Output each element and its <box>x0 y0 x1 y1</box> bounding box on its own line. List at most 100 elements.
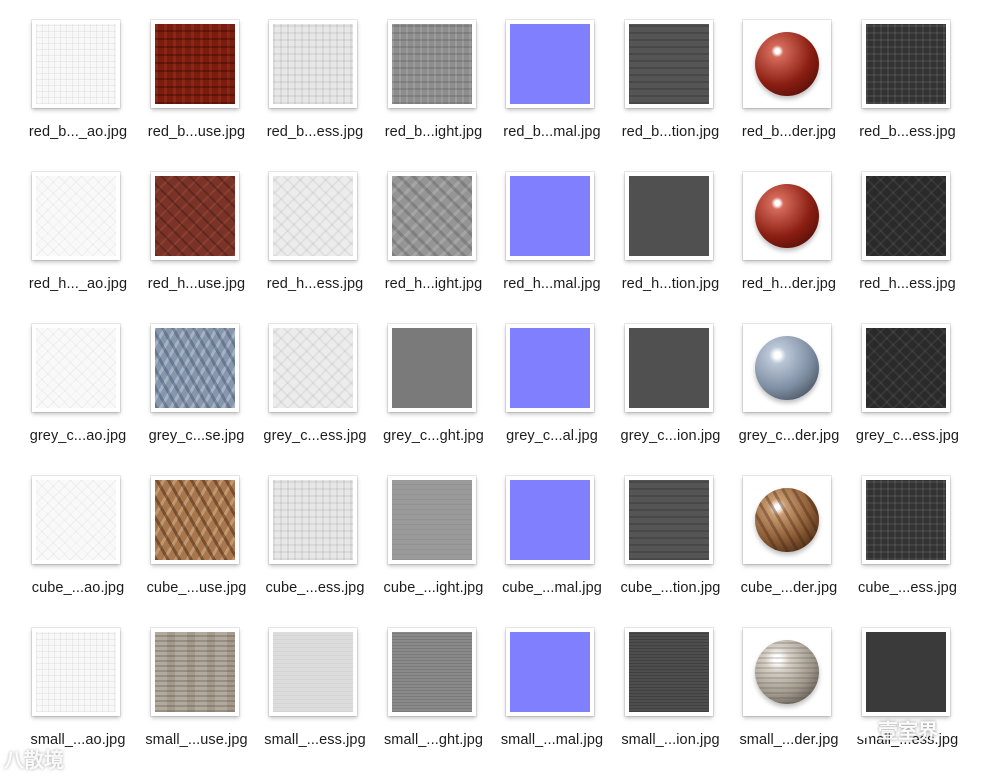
file-item[interactable]: grey_c...se.jpg <box>138 322 257 474</box>
file-name-label[interactable]: red_h...mal.jpg <box>487 276 617 292</box>
file-name-label[interactable]: cube_...der.jpg <box>724 580 854 596</box>
file-item[interactable]: red_h...ess.jpg <box>849 170 968 322</box>
file-thumbnail[interactable] <box>743 628 831 716</box>
file-name-label[interactable]: small_...mal.jpg <box>487 732 617 748</box>
file-name-label[interactable]: grey_c...ess.jpg <box>843 428 973 444</box>
file-thumbnail[interactable] <box>624 324 713 412</box>
file-thumbnail[interactable] <box>269 324 357 412</box>
file-item[interactable]: small_...ess.jpg <box>256 626 375 778</box>
file-name-label[interactable]: red_b...der.jpg <box>724 124 854 140</box>
file-thumbnail[interactable] <box>150 172 239 260</box>
file-name-label[interactable]: cube_...tion.jpg <box>606 580 736 596</box>
file-item[interactable]: small_...ght.jpg <box>375 626 494 778</box>
file-thumbnail[interactable] <box>32 324 120 412</box>
file-name-label[interactable]: cube_...ess.jpg <box>250 580 380 596</box>
file-thumbnail[interactable] <box>624 20 713 108</box>
file-thumbnail[interactable] <box>150 628 239 716</box>
file-thumbnail[interactable] <box>861 20 950 108</box>
file-thumbnail[interactable] <box>861 324 950 412</box>
file-name-label[interactable]: red_b...ight.jpg <box>369 124 499 140</box>
file-item[interactable]: red_h...ight.jpg <box>375 170 494 322</box>
file-item[interactable]: red_b...use.jpg <box>138 18 257 170</box>
file-item[interactable]: grey_c...ess.jpg <box>849 322 968 474</box>
file-item[interactable]: small_...ess.jpg <box>849 626 968 778</box>
file-thumbnail[interactable] <box>743 20 831 108</box>
file-thumbnail[interactable] <box>506 628 594 716</box>
file-thumbnail[interactable] <box>506 172 594 260</box>
file-thumbnail[interactable] <box>743 476 831 564</box>
file-item[interactable]: red_h...mal.jpg <box>493 170 612 322</box>
file-thumbnail[interactable] <box>861 628 950 716</box>
file-thumbnail[interactable] <box>506 476 594 564</box>
file-thumbnail[interactable] <box>150 324 239 412</box>
file-name-label[interactable]: red_b...ess.jpg <box>843 124 973 140</box>
file-item[interactable]: grey_c...ess.jpg <box>256 322 375 474</box>
file-thumbnail[interactable] <box>269 628 357 716</box>
file-item[interactable]: red_b...ess.jpg <box>256 18 375 170</box>
file-thumbnail[interactable] <box>269 172 357 260</box>
file-item[interactable]: red_h...tion.jpg <box>612 170 731 322</box>
file-item[interactable]: red_h...der.jpg <box>730 170 849 322</box>
file-thumbnail[interactable] <box>150 476 239 564</box>
file-item[interactable]: red_b...der.jpg <box>730 18 849 170</box>
file-item[interactable]: red_h...ess.jpg <box>256 170 375 322</box>
file-item[interactable]: cube_...ess.jpg <box>849 474 968 626</box>
file-name-label[interactable]: red_b...ess.jpg <box>250 124 380 140</box>
file-item[interactable]: red_h...use.jpg <box>138 170 257 322</box>
file-name-label[interactable]: red_b...tion.jpg <box>606 124 736 140</box>
file-name-label[interactable]: grey_c...se.jpg <box>132 428 262 444</box>
file-thumbnail[interactable] <box>387 172 476 260</box>
file-thumbnail[interactable] <box>32 172 120 260</box>
file-thumbnail[interactable] <box>861 476 950 564</box>
file-item[interactable]: cube_...ess.jpg <box>256 474 375 626</box>
file-name-label[interactable]: small_...ion.jpg <box>606 732 736 748</box>
file-item[interactable]: small_...mal.jpg <box>493 626 612 778</box>
file-name-label[interactable]: grey_c...ao.jpg <box>13 428 143 444</box>
file-item[interactable]: cube_...ight.jpg <box>375 474 494 626</box>
file-thumbnail[interactable] <box>387 20 476 108</box>
file-name-label[interactable]: grey_c...al.jpg <box>487 428 617 444</box>
file-name-label[interactable]: red_h...tion.jpg <box>606 276 736 292</box>
file-item[interactable]: grey_c...der.jpg <box>730 322 849 474</box>
file-item[interactable]: small_...der.jpg <box>730 626 849 778</box>
file-name-label[interactable]: grey_c...der.jpg <box>724 428 854 444</box>
file-name-label[interactable]: cube_...mal.jpg <box>487 580 617 596</box>
file-name-label[interactable]: red_h...ess.jpg <box>250 276 380 292</box>
file-name-label[interactable]: red_h...ess.jpg <box>843 276 973 292</box>
file-name-label[interactable]: red_h...use.jpg <box>132 276 262 292</box>
file-item[interactable]: grey_c...al.jpg <box>493 322 612 474</box>
file-item[interactable]: grey_c...ion.jpg <box>612 322 731 474</box>
file-thumbnail[interactable] <box>32 628 120 716</box>
file-thumbnail[interactable] <box>32 476 120 564</box>
file-thumbnail[interactable] <box>743 324 831 412</box>
file-item[interactable]: grey_c...ght.jpg <box>375 322 494 474</box>
file-name-label[interactable]: red_h...der.jpg <box>724 276 854 292</box>
file-thumbnail[interactable] <box>387 324 476 412</box>
file-item[interactable]: grey_c...ao.jpg <box>19 322 138 474</box>
file-name-label[interactable]: red_h...ight.jpg <box>369 276 499 292</box>
file-thumbnail[interactable] <box>387 476 476 564</box>
file-name-label[interactable]: small_...use.jpg <box>132 732 262 748</box>
file-name-label[interactable]: grey_c...ght.jpg <box>369 428 499 444</box>
file-name-label[interactable]: red_h..._ao.jpg <box>13 276 143 292</box>
file-item[interactable]: red_h..._ao.jpg <box>19 170 138 322</box>
file-name-label[interactable]: cube_...use.jpg <box>132 580 262 596</box>
file-thumbnail[interactable] <box>269 20 357 108</box>
file-thumbnail[interactable] <box>743 172 831 260</box>
file-item[interactable]: cube_...mal.jpg <box>493 474 612 626</box>
file-thumbnail[interactable] <box>387 628 476 716</box>
file-thumbnail[interactable] <box>624 628 713 716</box>
file-name-label[interactable]: red_b...use.jpg <box>132 124 262 140</box>
file-item[interactable]: cube_...tion.jpg <box>612 474 731 626</box>
file-thumbnail[interactable] <box>861 172 950 260</box>
file-thumbnail[interactable] <box>506 324 594 412</box>
file-name-label[interactable]: cube_...ess.jpg <box>843 580 973 596</box>
file-thumbnail[interactable] <box>150 20 239 108</box>
file-item[interactable]: cube_...ao.jpg <box>19 474 138 626</box>
file-item[interactable]: cube_...der.jpg <box>730 474 849 626</box>
file-thumbnail[interactable] <box>32 20 120 108</box>
file-item[interactable]: red_b...tion.jpg <box>612 18 731 170</box>
file-item[interactable]: red_b...ess.jpg <box>849 18 968 170</box>
file-name-label[interactable]: small_...der.jpg <box>724 732 854 748</box>
file-thumbnail[interactable] <box>269 476 357 564</box>
